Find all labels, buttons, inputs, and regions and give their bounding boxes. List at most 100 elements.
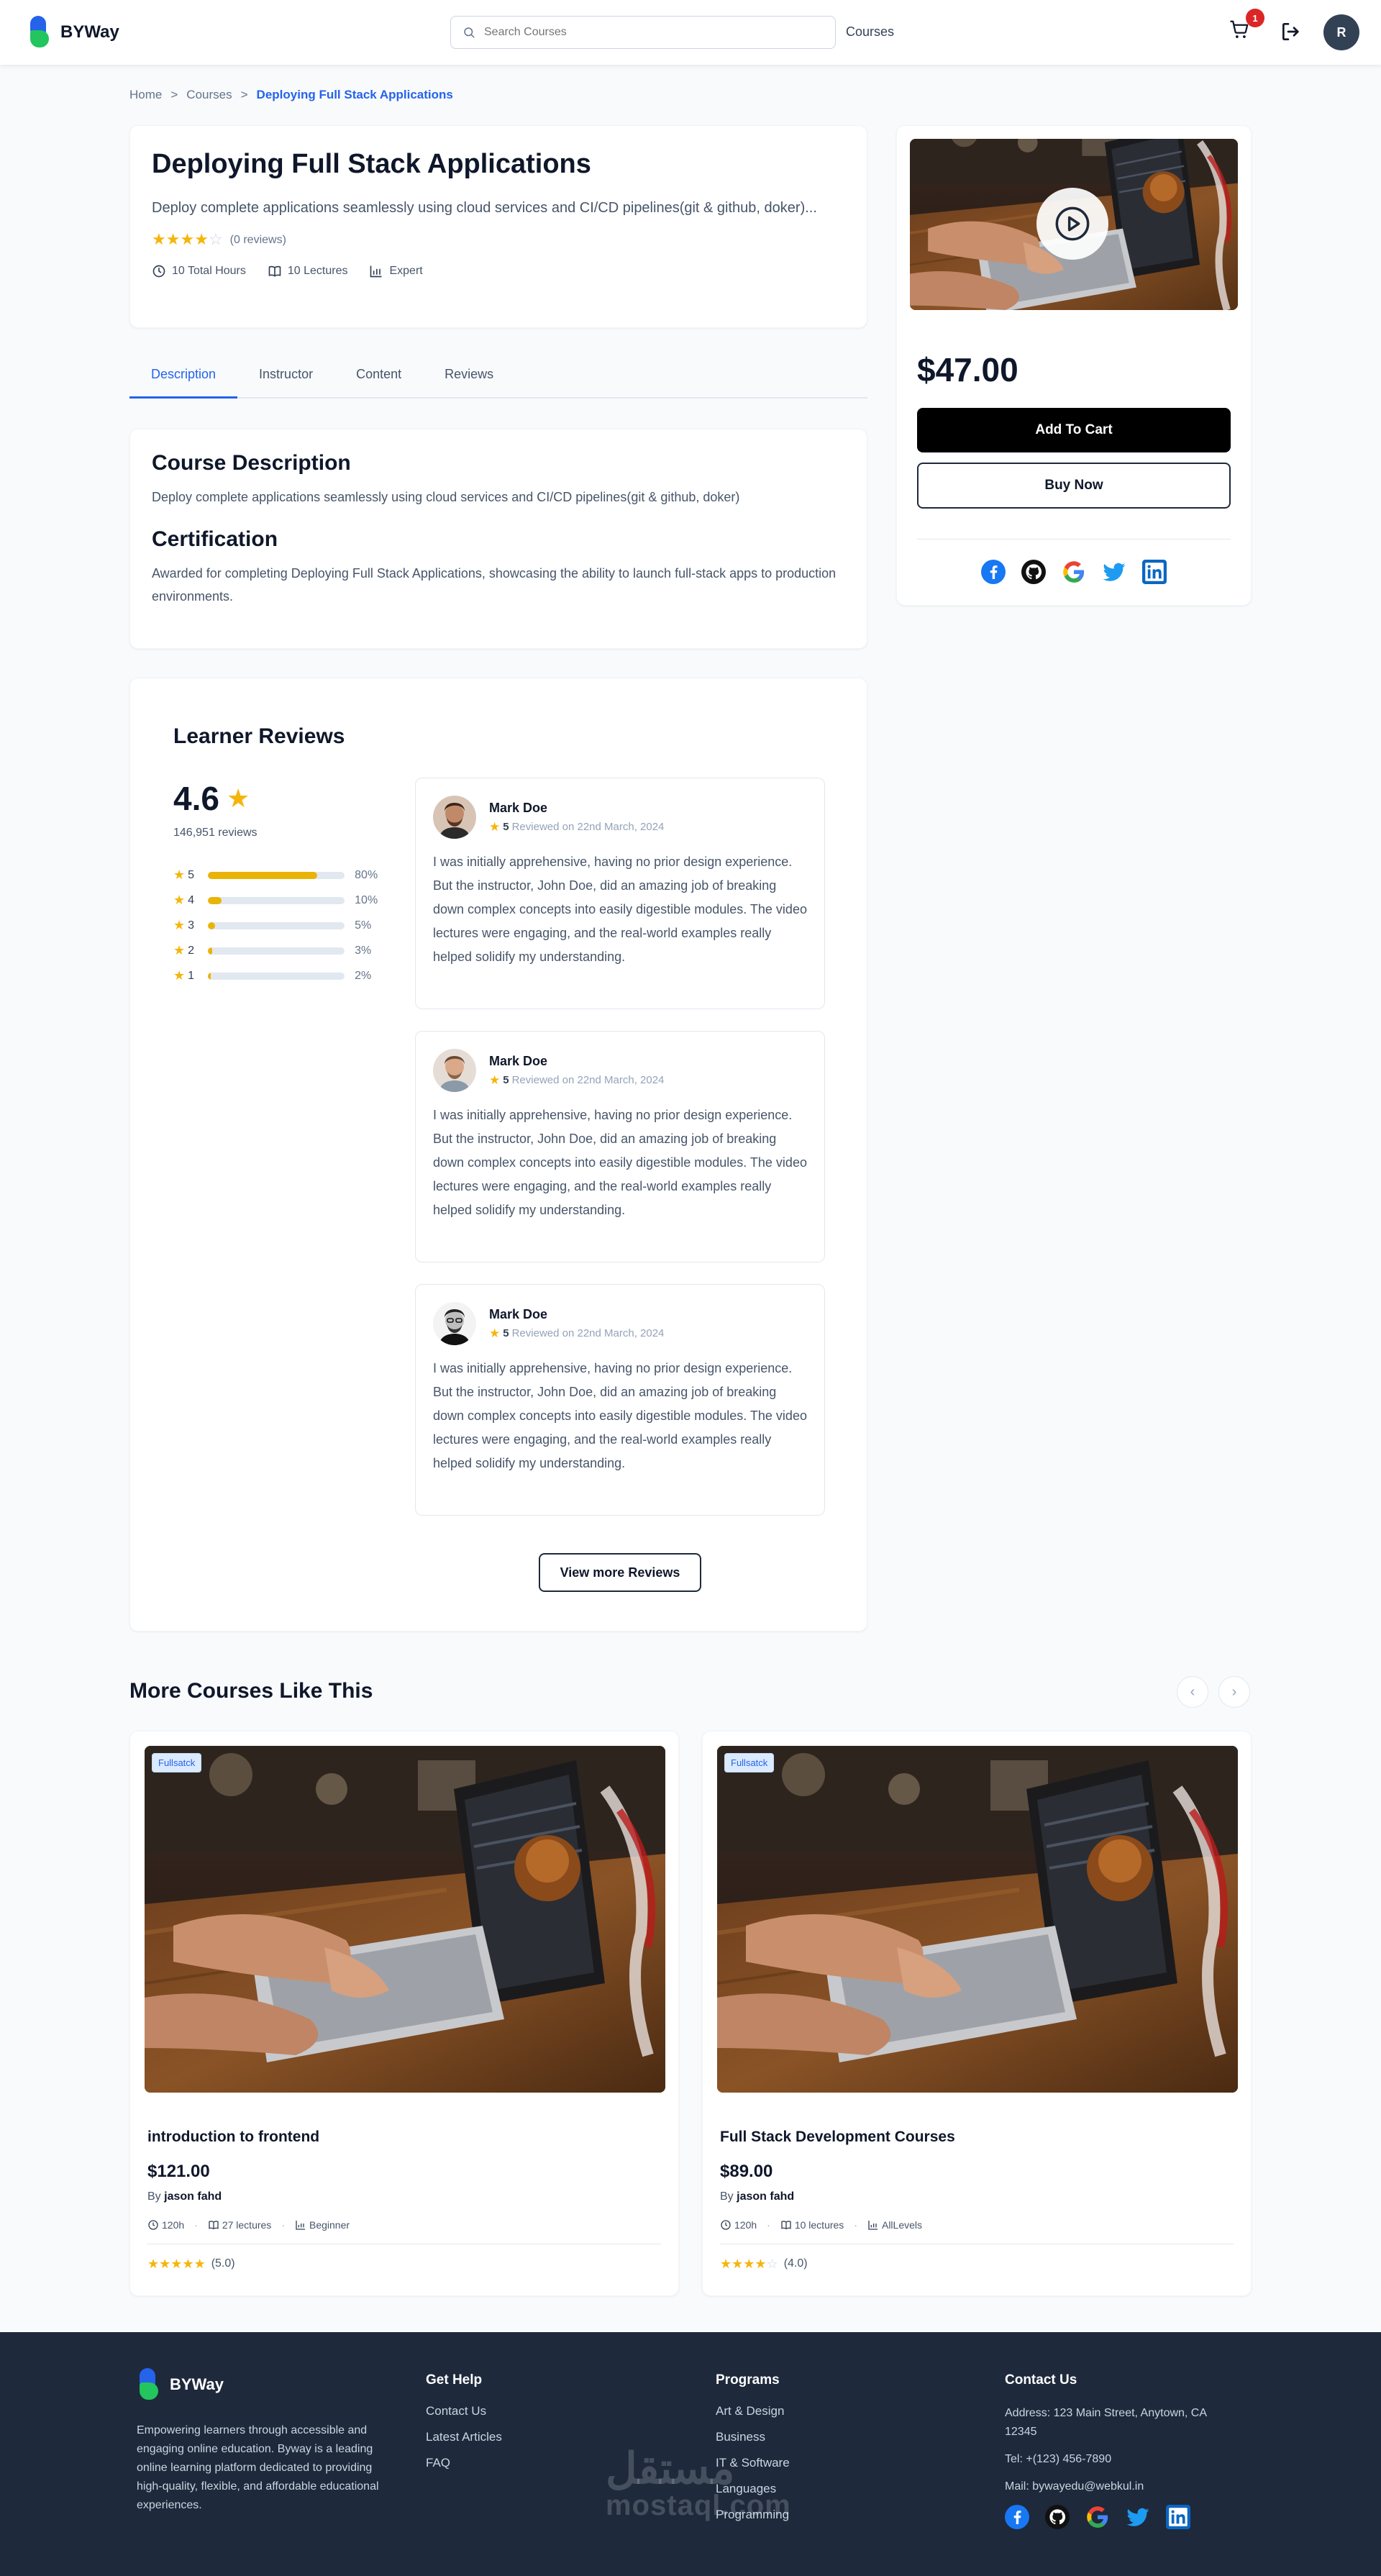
- rating-stars: ★★★★★: [147, 2256, 206, 2272]
- review-meta: ★ 5 Reviewed on 22nd March, 2024: [489, 1073, 664, 1088]
- reviewer-name: Mark Doe: [489, 800, 548, 815]
- level-text: Beginner: [309, 2219, 350, 2231]
- course-card-rating: ★★★★☆ (4.0): [720, 2256, 1234, 2272]
- course-card[interactable]: Fullsatck introduction to frontend $121.…: [129, 1731, 679, 2296]
- linkedin-icon[interactable]: [1142, 560, 1167, 584]
- review-date: Reviewed on 22nd March, 2024: [511, 1074, 665, 1086]
- user-avatar[interactable]: R: [1323, 14, 1359, 50]
- course-card-price: $121.00: [147, 2162, 210, 2181]
- rating-bar: [208, 871, 345, 879]
- course-lectures-text: 10 Lectures: [287, 265, 348, 277]
- course-card[interactable]: Fullsatck Full Stack Development Courses…: [702, 1731, 1252, 2296]
- star-level: 5: [188, 868, 195, 881]
- search-input[interactable]: [484, 26, 822, 39]
- course-preview-video[interactable]: [910, 139, 1238, 310]
- play-icon: [1055, 206, 1090, 241]
- course-card-hours: 120h: [147, 2219, 184, 2231]
- buy-now-button[interactable]: Buy Now: [917, 463, 1231, 509]
- twitter-icon[interactable]: [1126, 2505, 1150, 2529]
- linkedin-icon[interactable]: [1166, 2505, 1190, 2529]
- reviews-count-label: (0 reviews): [229, 233, 286, 246]
- github-icon[interactable]: [1045, 2505, 1070, 2529]
- star-icon: ★: [489, 1073, 501, 1087]
- breadcrumb: Home > Courses > Deploying Full Stack Ap…: [129, 88, 453, 102]
- breadcrumb-home[interactable]: Home: [129, 88, 162, 102]
- contact-phone: Tel: +(123) 456-7890: [1005, 2453, 1112, 2465]
- nav-courses-link[interactable]: Courses: [846, 24, 894, 40]
- watermark-arabic: مستقل: [606, 2444, 735, 2493]
- book-icon: [268, 265, 281, 277]
- logout-button[interactable]: [1280, 20, 1303, 47]
- star-filled-icon: ★: [720, 2257, 732, 2271]
- google-icon[interactable]: [1062, 560, 1086, 584]
- rating-stars: ★★★★☆: [152, 232, 223, 248]
- course-lectures: 10 Lectures: [268, 264, 348, 278]
- star-filled-icon: ★: [193, 2257, 206, 2271]
- play-button[interactable]: [1036, 188, 1108, 260]
- clock-icon: [148, 2220, 158, 2230]
- carousel-prev-button[interactable]: ‹: [1177, 1676, 1208, 1708]
- course-card-author: By jason fahd: [720, 2190, 1236, 2203]
- author-prefix: By: [720, 2190, 734, 2203]
- star-icon: ★: [173, 918, 186, 932]
- twitter-icon[interactable]: [1102, 560, 1126, 584]
- course-category-tag: Fullsatck: [152, 1753, 202, 1772]
- facebook-icon[interactable]: [981, 560, 1006, 584]
- footer-heading: Get Help: [426, 2372, 483, 2388]
- carousel-next-button[interactable]: ›: [1218, 1676, 1250, 1708]
- author-name: jason fahd: [164, 2190, 222, 2203]
- review-card: Mark Doe ★ 5 Reviewed on 22nd March, 2024 …: [415, 1031, 825, 1262]
- lectures-text: 10 lectures: [794, 2219, 844, 2231]
- add-to-cart-button[interactable]: Add To Cart: [917, 408, 1231, 452]
- breadcrumb-current: Deploying Full Stack Applications: [256, 88, 453, 101]
- star-filled-icon: ★: [170, 2257, 183, 2271]
- view-more-reviews-button[interactable]: View more Reviews: [539, 1553, 701, 1592]
- course-card-level: AllLevels: [867, 2219, 922, 2231]
- tab-content[interactable]: Content: [334, 363, 423, 399]
- tab-reviews[interactable]: Reviews: [423, 363, 515, 399]
- tab-description[interactable]: Description: [129, 363, 238, 399]
- divider: [917, 539, 1231, 540]
- review-rating: 5: [503, 821, 509, 833]
- course-card-title[interactable]: introduction to frontend: [147, 2129, 664, 2146]
- footer-logo[interactable]: BYWay: [137, 2368, 381, 2401]
- star-filled-icon: ★: [147, 2257, 160, 2271]
- rating-value: (4.0): [783, 2257, 808, 2270]
- cart-button[interactable]: 1: [1229, 9, 1264, 45]
- course-card-rating: ★★★★★ (5.0): [147, 2256, 661, 2272]
- star-icon: ★: [489, 1326, 501, 1340]
- star-filled-icon: ★: [159, 2257, 171, 2271]
- footer-heading: Programs: [716, 2372, 780, 2388]
- footer-link-latest-articles[interactable]: Latest Articles: [426, 2430, 502, 2444]
- tab-instructor[interactable]: Instructor: [237, 363, 334, 399]
- footer-link-contact-us[interactable]: Contact Us: [426, 2404, 502, 2418]
- footer-link-business[interactable]: Business: [716, 2430, 790, 2444]
- breadcrumb-courses[interactable]: Courses: [186, 88, 232, 102]
- google-icon[interactable]: [1085, 2505, 1110, 2529]
- average-rating: 4.6 ★: [173, 779, 250, 818]
- star-empty-icon: ☆: [766, 2257, 778, 2271]
- github-icon[interactable]: [1021, 560, 1046, 584]
- search-icon: [464, 27, 475, 38]
- course-card-title[interactable]: Full Stack Development Courses: [720, 2129, 1236, 2146]
- footer-link-art-design[interactable]: Art & Design: [716, 2404, 790, 2418]
- star-icon: ★: [173, 893, 186, 907]
- course-header-card: Deploying Full Stack Applications Deploy…: [129, 125, 867, 328]
- course-description-card: Course Description Deploy complete appli…: [129, 429, 867, 649]
- star-empty-icon: ☆: [208, 230, 223, 248]
- search-box[interactable]: [450, 16, 836, 49]
- brand-logo[interactable]: BYWay: [27, 16, 119, 49]
- course-title: Deploying Full Stack Applications: [152, 149, 591, 179]
- rating-bar: [208, 896, 345, 904]
- author-name: jason fahd: [737, 2190, 795, 2203]
- facebook-icon[interactable]: [1005, 2505, 1029, 2529]
- rating-distribution-row: ★ 3 5%: [173, 913, 396, 938]
- learner-reviews-card: Learner Reviews 4.6 ★ 146,951 reviews ★ 5…: [129, 678, 867, 1631]
- footer-link-faq[interactable]: FAQ: [426, 2456, 502, 2470]
- description-heading: Course Description: [152, 451, 351, 475]
- course-tabs: Description Instructor Content Reviews: [129, 363, 867, 399]
- course-subtitle: Deploy complete applications seamlessly …: [152, 200, 817, 216]
- footer-heading: Contact Us: [1005, 2372, 1077, 2388]
- rating-percent: 5%: [355, 919, 372, 932]
- review-rating: 5: [503, 1074, 509, 1086]
